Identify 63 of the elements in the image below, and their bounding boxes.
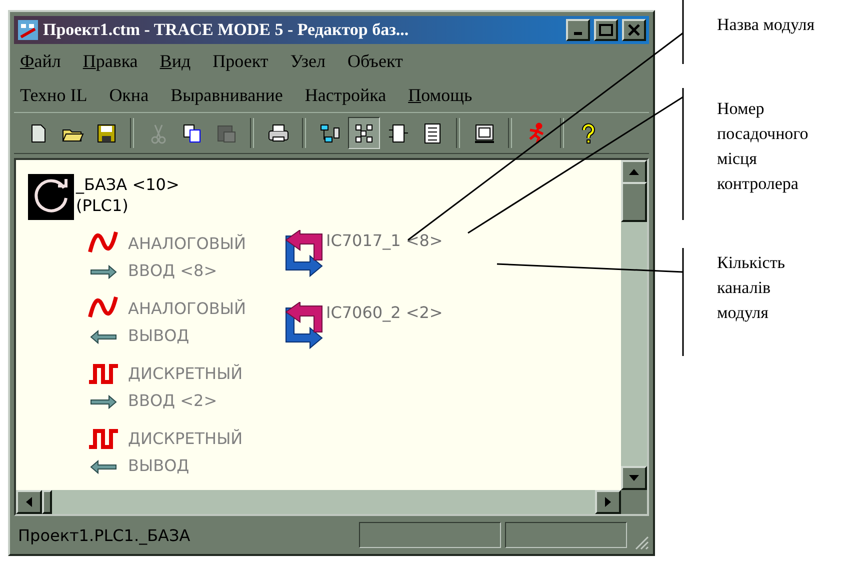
left-arrow-icon <box>90 330 116 344</box>
sine-wave-icon <box>88 231 118 253</box>
up-triangle-icon <box>629 169 639 175</box>
horizontal-scrollbar[interactable] <box>16 490 621 514</box>
module-label[interactable]: IC7017_1 <8> <box>326 230 443 252</box>
menu-item[interactable]: Файл <box>14 50 77 72</box>
left-arrow-icon <box>90 460 116 474</box>
printer-icon <box>266 122 290 144</box>
square-wave-icon <box>89 429 118 449</box>
menu-item[interactable]: Настройка <box>298 84 402 106</box>
right-arrow-icon <box>90 394 117 410</box>
grid-icon <box>352 122 376 144</box>
maximize-icon <box>599 24 613 36</box>
controller-sublabel: (PLC1) <box>76 195 130 216</box>
channel-group-label[interactable]: АНАЛОГОВЫЙ ВВОД <8> <box>128 230 246 284</box>
exchange-arrows-icon <box>284 302 324 350</box>
scroll-left-button[interactable] <box>16 490 42 514</box>
module-label[interactable]: IC7060_2 <2> <box>326 302 443 324</box>
cycle-icon <box>28 174 74 220</box>
close-button[interactable] <box>622 19 646 41</box>
left-triangle-icon <box>26 497 32 507</box>
close-icon <box>628 24 640 36</box>
scroll-up-button[interactable] <box>621 160 647 184</box>
annotation-text: Кількість каналів модуля <box>717 252 786 324</box>
annotation-text: Номер посадочного місця контролера <box>717 98 808 195</box>
block-icon <box>386 122 410 144</box>
maximize-button[interactable] <box>594 19 618 41</box>
scroll-right-button[interactable] <box>595 490 621 514</box>
right-triangle-icon <box>605 497 611 507</box>
right-arrow-icon <box>90 264 117 280</box>
scroll-down-button[interactable] <box>621 466 647 490</box>
vertical-scrollbar[interactable] <box>621 160 647 490</box>
menu-item[interactable]: Узел <box>284 50 342 72</box>
down-triangle-icon <box>629 475 639 481</box>
square-wave-icon <box>89 364 118 384</box>
minimize-icon <box>574 32 582 35</box>
status-path: Проект1.PLC1._БАЗА <box>17 526 192 544</box>
bracket-line <box>682 0 684 64</box>
monitor-icon <box>472 122 496 144</box>
window-title: Проект1.ctm - TRACE MODE 5 - Редактор баз... <box>43 20 410 40</box>
channel-group-label[interactable]: ДИСКРЕТНЫЙ ВВОД <2> <box>128 360 243 414</box>
copy-icon <box>180 122 204 144</box>
menu-item[interactable]: Техно IL <box>14 84 104 106</box>
controller-label[interactable]: _БАЗА <10> <box>76 174 180 195</box>
sine-wave-icon <box>88 296 118 318</box>
menu-item[interactable]: Объект <box>341 50 419 72</box>
menu-item[interactable]: Проект <box>206 50 284 72</box>
channel-group-label[interactable]: ДИСКРЕТНЫЙ ВЫВОД <box>128 425 243 479</box>
scroll-thumb[interactable] <box>621 182 647 222</box>
tree-icon <box>318 122 342 144</box>
menu-item[interactable]: Помощь <box>402 84 488 106</box>
menu-item[interactable]: Окна <box>103 84 165 106</box>
toolbar-button[interactable] <box>348 117 380 149</box>
exchange-arrows-icon <box>284 230 324 278</box>
menu-item[interactable]: Правка <box>76 50 154 72</box>
channel-group-label[interactable]: АНАЛОГОВЫЙ ВЫВОД <box>128 295 246 349</box>
scroll-thumb[interactable] <box>42 490 52 514</box>
menu-item[interactable]: Выравнивание <box>164 84 299 106</box>
annotation-text: Назва модуля <box>717 14 815 36</box>
app-icon <box>17 19 39 41</box>
menu-item[interactable]: Вид <box>154 50 207 72</box>
minimize-button[interactable] <box>566 19 590 41</box>
save-icon <box>94 122 118 144</box>
